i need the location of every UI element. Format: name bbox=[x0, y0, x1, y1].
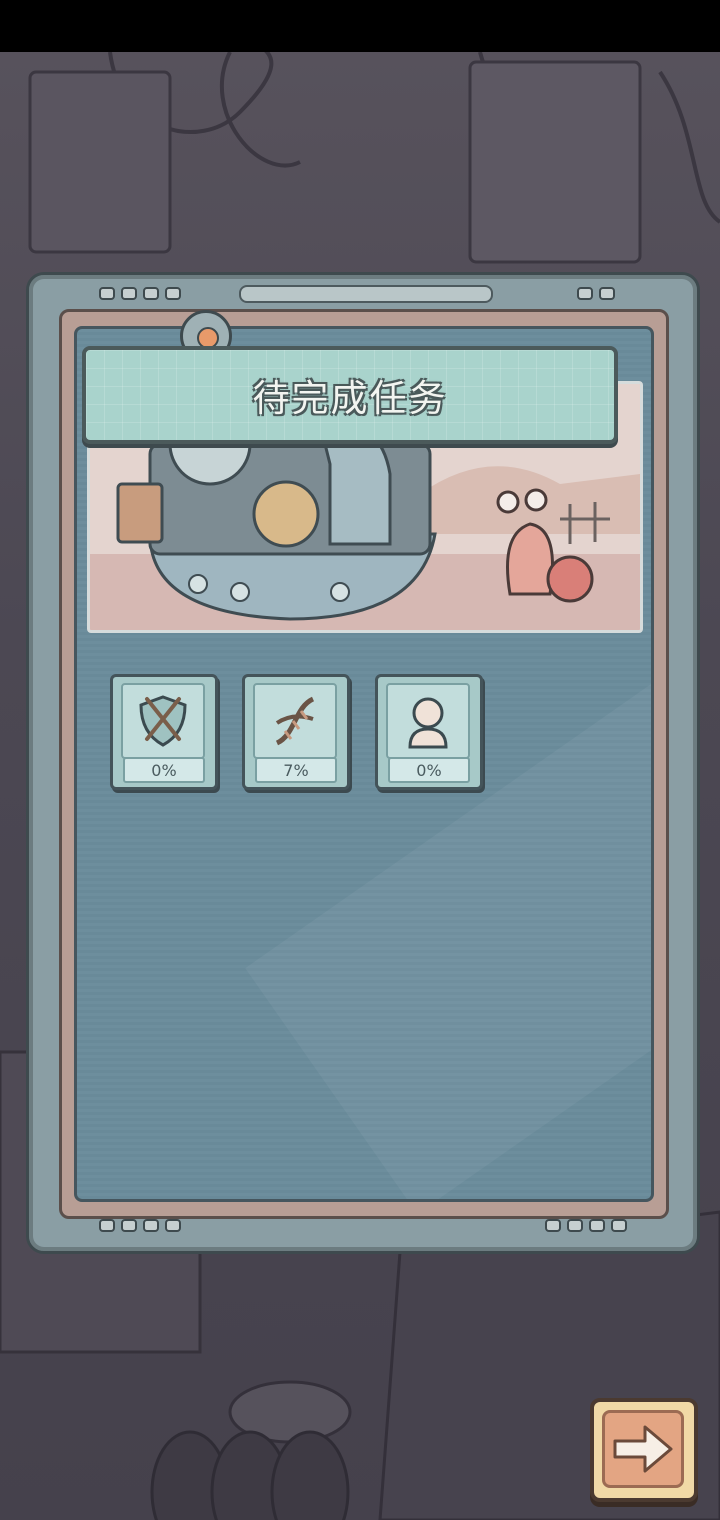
task-progress: 0% bbox=[123, 757, 205, 783]
next-button-face bbox=[602, 1410, 684, 1488]
task-icon-box bbox=[386, 683, 470, 759]
arrow-right-icon bbox=[613, 1425, 673, 1473]
status-bar bbox=[0, 0, 720, 52]
task-icon-box bbox=[253, 683, 337, 759]
task-progress: 7% bbox=[255, 757, 337, 783]
panel-title: 待完成任务 bbox=[252, 377, 448, 420]
indicator-lights bbox=[99, 287, 181, 300]
task-icon-box bbox=[121, 683, 205, 759]
indicator-lights-right bbox=[577, 287, 615, 300]
bust-statue-icon bbox=[408, 697, 448, 749]
task-progress: 0% bbox=[388, 757, 470, 783]
title-banner: 待完成任务 bbox=[82, 346, 618, 444]
next-button[interactable] bbox=[590, 1398, 698, 1502]
dna-helix-icon bbox=[275, 696, 315, 746]
top-slot bbox=[239, 285, 493, 303]
bottom-indicator-lights bbox=[99, 1219, 181, 1232]
task-item-dna[interactable]: 7% bbox=[242, 674, 350, 790]
bottom-indicator-lights-right bbox=[545, 1219, 627, 1232]
task-item-shield[interactable]: 0% bbox=[110, 674, 218, 790]
task-item-bust[interactable]: 0% bbox=[375, 674, 483, 790]
shield-icon bbox=[139, 695, 187, 747]
